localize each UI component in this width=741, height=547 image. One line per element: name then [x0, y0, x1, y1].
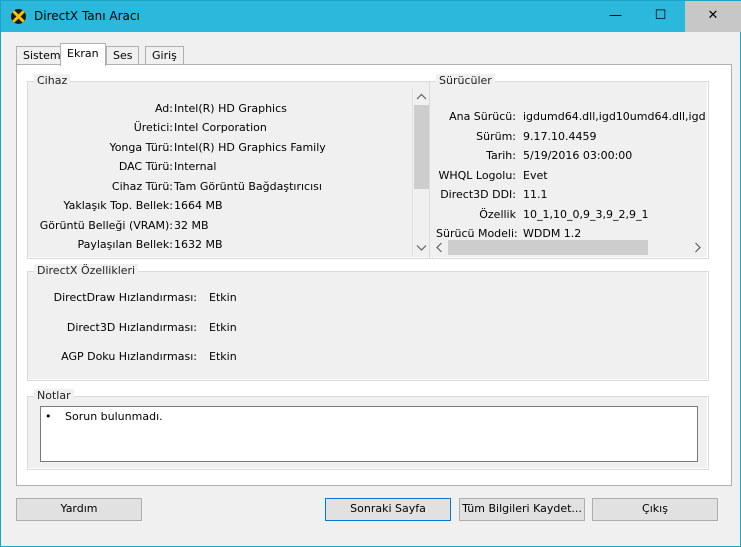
directx-icon: [11, 9, 26, 24]
device-group-title: Cihaz: [34, 74, 71, 87]
window-title: DirectX Tanı Aracı: [34, 9, 140, 23]
driver-label: Tarih:: [486, 149, 516, 162]
help-button[interactable]: Yardım: [16, 498, 142, 521]
device-value: 32 MB: [174, 219, 209, 232]
driver-label: Sürücü Modeli:: [436, 227, 518, 238]
tab-ekran[interactable]: Ekran: [60, 43, 106, 66]
device-label: DAC Türü:: [118, 160, 173, 173]
title-bar[interactable]: DirectX Tanı Aracı — ☐ ✕: [1, 1, 741, 32]
device-value: Intel(R) HD Graphics: [174, 102, 287, 115]
driver-value: WDDM 1.2: [523, 227, 582, 238]
driver-value: 10_1,10_0,9_3,9_2,9_1: [523, 208, 649, 221]
device-group: Cihaz Ad: Intel(R) HD Graphics Üretici: …: [27, 74, 433, 259]
driver-value: igdumd64.dll,igd10umd64.dll,igd10umd: [523, 110, 706, 123]
close-button[interactable]: ✕: [685, 1, 741, 32]
device-label: Cihaz Türü:: [111, 180, 173, 193]
device-label: Paylaşılan Bellek:: [77, 238, 173, 251]
chevron-down-icon[interactable]: [413, 239, 430, 256]
maximize-button[interactable]: ☐: [638, 1, 683, 32]
driver-label: Özellik: [479, 208, 516, 221]
notes-title: Notlar: [34, 389, 74, 402]
device-label: Üretici:: [133, 121, 173, 134]
save-all-button[interactable]: Tüm Bilgileri Kaydet...: [459, 498, 585, 521]
minimize-button[interactable]: —: [593, 1, 638, 32]
device-value: 1632 MB: [174, 238, 223, 251]
tab-giris[interactable]: Giriş: [145, 46, 184, 65]
directx-features-group: DirectX Özellikleri DirectDraw Hızlandır…: [27, 264, 709, 381]
device-scroll-thumb[interactable]: [414, 105, 429, 189]
device-value: Intel(R) HD Graphics Family: [174, 141, 326, 154]
driver-value: 5/19/2016 03:00:00: [523, 149, 633, 162]
display-tab-panel: Cihaz Ad: Intel(R) HD Graphics Üretici: …: [16, 64, 732, 486]
notes-textbox[interactable]: • Sorun bulunmadı.: [40, 406, 698, 462]
device-label: Yonga Türü:: [109, 141, 173, 154]
directx-diagnostic-window: DirectX Tanı Aracı — ☐ ✕ Sistem Ekran Se…: [0, 0, 741, 547]
notes-group: Notlar • Sorun bulunmadı.: [27, 389, 709, 470]
device-label: Ad:: [154, 102, 173, 115]
exit-button[interactable]: Çıkış: [592, 498, 718, 521]
driver-label: WHQL Logolu:: [438, 169, 516, 182]
device-label: Yaklaşık Top. Bellek:: [63, 199, 173, 212]
feature-label: Direct3D Hızlandırması:: [66, 321, 197, 334]
drivers-group-title: Sürücüler: [436, 74, 495, 87]
device-value: Internal: [174, 160, 217, 173]
notes-item-text: Sorun bulunmadı.: [65, 410, 163, 423]
chevron-left-icon[interactable]: [431, 239, 448, 256]
driver-value: 11.1: [523, 188, 548, 201]
drivers-scroll-thumb[interactable]: [448, 240, 648, 255]
drivers-group: Sürücüler Ana Sürücü: igdumd64.dll,igd10…: [429, 74, 709, 259]
driver-label: Sürüm:: [476, 130, 516, 143]
device-value: Tam Görüntü Bağdaştırıcısı: [174, 180, 322, 193]
feature-value: Etkin: [209, 321, 237, 334]
drivers-list[interactable]: Ana Sürücü: igdumd64.dll,igd10umd64.dll,…: [430, 88, 706, 238]
feature-label: DirectDraw Hızlandırması:: [53, 291, 197, 304]
directx-features-title: DirectX Özellikleri: [34, 264, 139, 277]
tab-ses[interactable]: Ses: [106, 46, 140, 65]
driver-value: 9.17.10.4459: [523, 130, 597, 143]
drivers-horizontal-scrollbar[interactable]: [431, 239, 706, 256]
driver-value: Evet: [523, 169, 548, 182]
driver-label: Ana Sürücü:: [449, 110, 516, 123]
driver-label: Direct3D DDI:: [440, 188, 516, 201]
device-list[interactable]: Ad: Intel(R) HD Graphics Üretici: Intel …: [28, 88, 411, 256]
device-label: Görüntü Belleği (VRAM):: [39, 219, 173, 232]
feature-value: Etkin: [209, 291, 237, 304]
chevron-right-icon[interactable]: [689, 239, 706, 256]
device-value: 1664 MB: [174, 199, 223, 212]
bullet-icon: •: [45, 410, 52, 423]
next-page-button[interactable]: Sonraki Sayfa: [325, 498, 451, 521]
feature-label: AGP Doku Hızlandırması:: [61, 350, 197, 363]
device-vertical-scrollbar[interactable]: [412, 88, 430, 256]
feature-value: Etkin: [209, 350, 237, 363]
chevron-up-icon[interactable]: [413, 88, 430, 105]
device-value: Intel Corporation: [174, 121, 267, 134]
